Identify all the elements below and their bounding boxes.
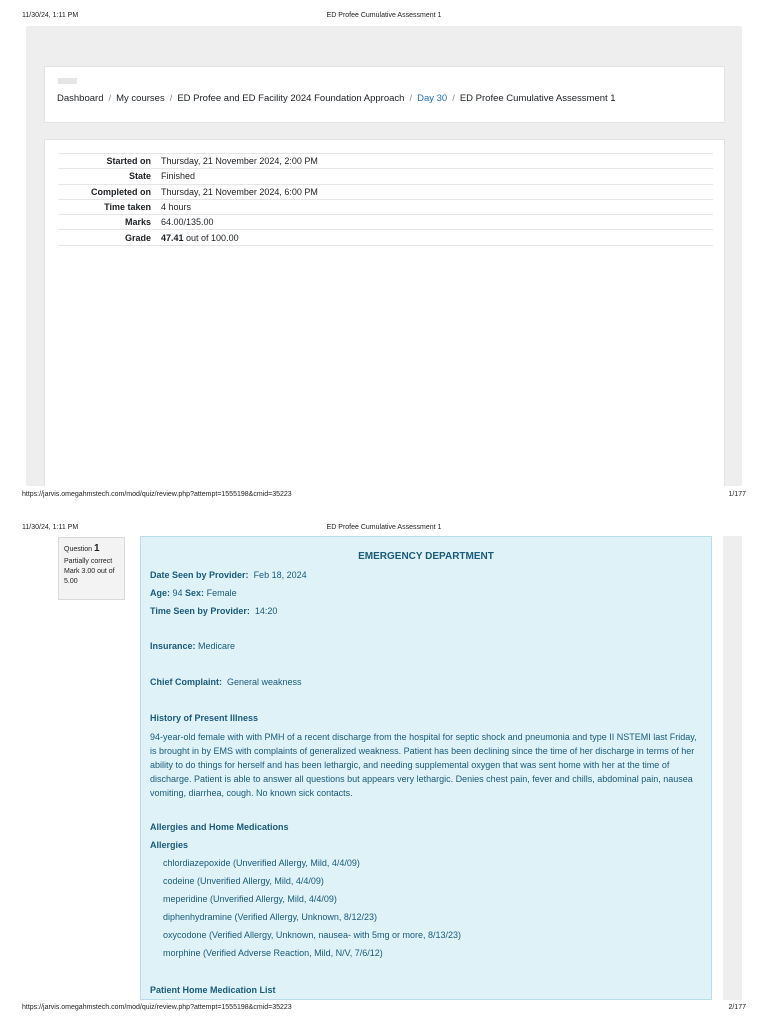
breadcrumb-separator: / [452, 93, 455, 104]
summary-value: 4 hours [161, 202, 192, 213]
summary-row: State Finished [58, 168, 713, 184]
allergies-heading: Allergies [150, 840, 189, 850]
home-meds-heading: Patient Home Medication List [150, 985, 276, 995]
summary-value: Thursday, 21 November 2024, 2:00 PM [161, 156, 318, 167]
summary-label: State [128, 171, 151, 182]
print-url: https://jarvis.omegahmstech.com/mod/quiz… [22, 491, 292, 498]
summary-label: Time taken [104, 202, 151, 213]
chief-complaint-line: Chief Complaint: General weakness [150, 677, 302, 687]
allergies-meds-heading: Allergies and Home Medications [150, 822, 289, 832]
summary-row: Marks 64.00/135.00 [58, 214, 713, 230]
time-seen-line: Time Seen by Provider: 14:20 [150, 606, 278, 616]
question-text-panel: EMERGENCY DEPARTMENT Date Seen by Provid… [140, 536, 712, 1000]
summary-value: 47.41 out of 100.00 [159, 230, 713, 245]
question-mark: Mark 3.00 out of 5.00 [64, 567, 115, 585]
allergy-item: morphine (Verified Adverse Reaction, Mil… [163, 948, 383, 958]
summary-row: Time taken 4 hours [58, 199, 713, 214]
allergy-item: oxycodone (Verified Allergy, Unknown, na… [163, 930, 461, 940]
date-seen-line: Date Seen by Provider: Feb 18, 2024 [150, 570, 307, 580]
summary-row: Started on Thursday, 21 November 2024, 2:… [58, 153, 713, 169]
attempt-summary-card: Started on Thursday, 21 November 2024, 2:… [44, 139, 725, 486]
placeholder-bar [58, 78, 77, 84]
grade-score: 47.41 [161, 232, 184, 243]
summary-value: 64.00/135.00 [161, 217, 214, 228]
question-info-box: Question 1 Partially correct Mark 3.00 o… [58, 537, 125, 600]
breadcrumb-day-30[interactable]: Day 30 [417, 93, 447, 104]
breadcrumb-separator: / [409, 93, 413, 104]
hpi-heading: History of Present Illness [150, 713, 259, 723]
summary-label: Marks [124, 217, 151, 228]
question-number: Question 1 [64, 543, 100, 554]
summary-value: Thursday, 21 November 2024, 6:00 PM [161, 186, 318, 197]
section-title: EMERGENCY DEPARTMENT [358, 551, 494, 562]
grade-out-of: out of 100.00 [183, 232, 239, 243]
age-sex-line: Age: 94 Sex: Female [150, 588, 237, 598]
print-url: https://jarvis.omegahmstech.com/mod/quiz… [22, 1004, 292, 1011]
allergy-item: meperidine (Unverified Allergy, Mild, 4/… [163, 894, 337, 904]
print-page-number: 2/177 [728, 1004, 746, 1011]
print-title: ED Profee Cumulative Assessment 1 [326, 524, 442, 531]
breadcrumb-my-courses[interactable]: My courses [116, 93, 165, 104]
breadcrumb: Dashboard / My courses / ED Profee and ED Fa… [57, 93, 616, 104]
print-page-number: 1/177 [728, 491, 746, 498]
hpi-text: 94-year-old female with with PMH of a re… [150, 732, 697, 798]
print-title: ED Profee Cumulative Assessment 1 [326, 12, 442, 19]
question-status: Partially correct [64, 557, 113, 565]
page-background [723, 536, 742, 1000]
summary-value: Finished [161, 171, 196, 182]
breadcrumb-current[interactable]: ED Profee Cumulative Assessment 1 [460, 93, 616, 104]
breadcrumb-course[interactable]: ED Profee and ED Facility 2024 Foundatio… [177, 93, 404, 104]
breadcrumb-dashboard[interactable]: Dashboard [57, 93, 103, 104]
allergy-item: diphenhydramine (Verified Allergy, Unkno… [163, 912, 377, 922]
breadcrumb-separator: / [108, 93, 112, 104]
breadcrumb-separator: / [169, 93, 173, 104]
summary-row: Completed on Thursday, 21 November 2024, … [58, 184, 713, 199]
allergy-item: chlordiazepoxide (Unverified Allergy, Mi… [163, 858, 360, 868]
summary-label: Completed on [91, 186, 151, 197]
summary-label: Grade [124, 232, 151, 243]
summary-label: Started on [106, 156, 151, 167]
summary-row: Grade 47.41 out of 100.00 [58, 229, 713, 246]
insurance-line: Insurance: Medicare [150, 641, 236, 651]
attempt-summary-table: Started on Thursday, 21 November 2024, 2:… [58, 153, 713, 246]
breadcrumb-card: Dashboard / My courses / ED Profee and ED Fa… [44, 66, 725, 123]
allergy-item: codeine (Unverified Allergy, Mild, 4/4/0… [163, 876, 324, 886]
